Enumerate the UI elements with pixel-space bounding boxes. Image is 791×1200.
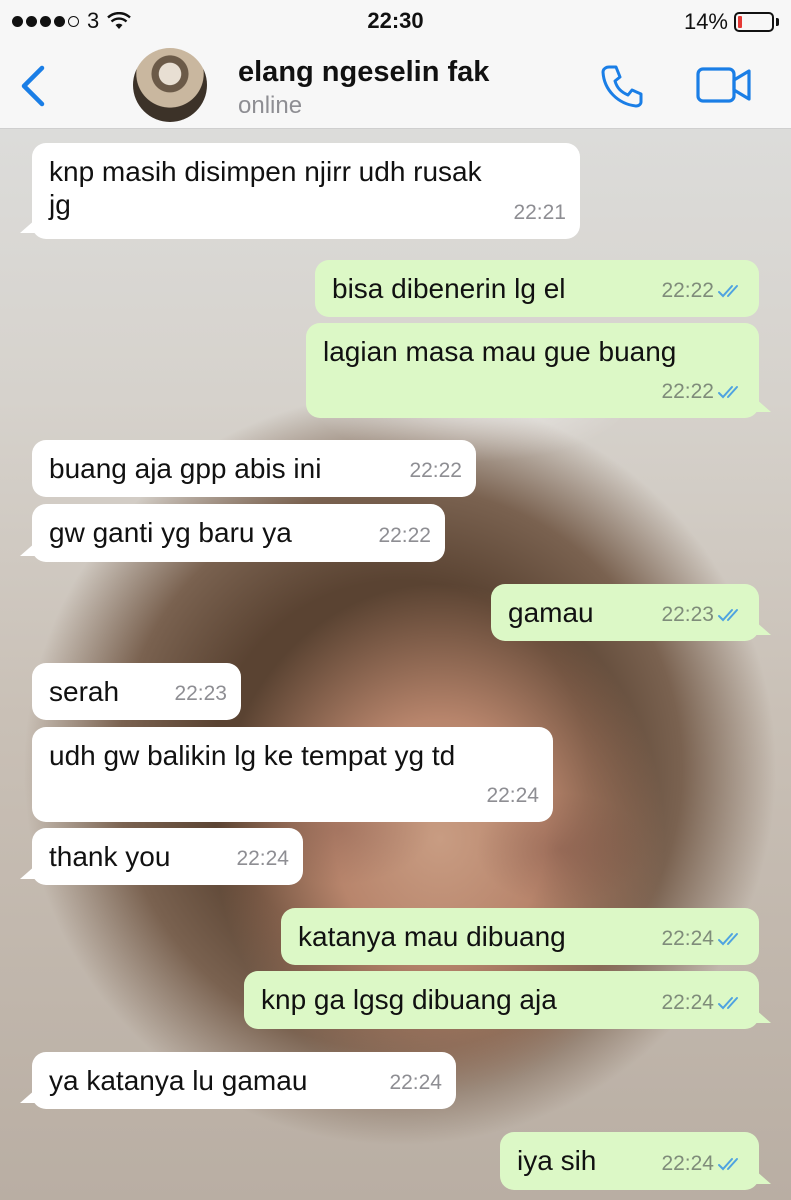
message-line: thank you — [49, 841, 171, 872]
read-receipt-icon — [718, 385, 738, 398]
read-receipt-icon — [718, 284, 738, 297]
outgoing-message[interactable]: katanya mau dibuang 22:24 — [281, 908, 759, 965]
message-time: 22:24 — [236, 847, 289, 870]
message-text: katanya mau dibuang — [298, 920, 566, 953]
message-meta: 22:24 — [486, 779, 539, 812]
message-time: 22:23 — [174, 682, 227, 705]
message-text: thank you — [49, 840, 170, 873]
message-meta: 22:24 — [661, 986, 745, 1019]
message-time: 22:22 — [661, 380, 714, 403]
contact-status: online — [238, 92, 303, 119]
message-meta: 22:22 — [661, 274, 745, 307]
message-line: udh gw balikin lg ke tempat yg td — [49, 740, 456, 771]
video-camera-icon — [696, 67, 751, 103]
message-meta: 22:23 — [174, 677, 227, 710]
message-time: 22:24 — [389, 1071, 442, 1094]
incoming-message[interactable]: thank you 22:24 — [20, 828, 303, 885]
message-line: iya sih — [517, 1145, 597, 1176]
message-time: 22:24 — [661, 991, 714, 1014]
message-line: ya katanya lu gamau — [49, 1065, 308, 1096]
message-meta: 22:24 — [661, 922, 745, 955]
outgoing-message[interactable]: iya sih 22:24 — [500, 1132, 771, 1190]
outgoing-message[interactable]: knp ga lgsg dibuang aja 22:24 — [244, 971, 771, 1029]
message-line: knp ga lgsg dibuang aja — [261, 984, 557, 1015]
incoming-message[interactable]: ya katanya lu gamau 22:24 — [20, 1052, 456, 1109]
incoming-message[interactable]: knp masih disimpen njirr udh rusak jg 22:2… — [20, 143, 580, 239]
message-line: lagian masa mau gue buang — [323, 336, 677, 367]
message-line: gamau — [508, 597, 594, 628]
message-line: knp masih disimpen njirr udh rusak — [49, 156, 482, 187]
message-text: gw ganti yg baru ya — [49, 516, 292, 549]
message-meta: 22:23 — [661, 598, 745, 631]
outgoing-message[interactable]: bisa dibenerin lg el 22:22 — [315, 260, 759, 317]
message-text: gamau — [508, 596, 594, 629]
incoming-message[interactable]: udh gw balikin lg ke tempat yg td 22:24 — [32, 727, 553, 822]
avatar[interactable] — [133, 48, 207, 122]
message-text: knp masih disimpen njirr udh rusak jg — [49, 155, 482, 221]
message-time: 22:22 — [409, 459, 462, 482]
battery-icon — [734, 12, 774, 32]
chat-header: elang ngeselin fak online — [0, 44, 791, 129]
incoming-message[interactable]: buang aja gpp abis ini 22:22 — [32, 440, 476, 497]
message-text: ya katanya lu gamau — [49, 1064, 307, 1097]
message-meta: 22:24 — [661, 1147, 745, 1180]
message-text: serah — [49, 675, 119, 708]
battery-tip — [776, 18, 779, 26]
chevron-left-icon — [21, 65, 45, 107]
message-text: buang aja gpp abis ini — [49, 452, 321, 485]
read-receipt-icon — [718, 608, 738, 621]
message-line: katanya mau dibuang — [298, 921, 566, 952]
message-text: udh gw balikin lg ke tempat yg td — [49, 739, 455, 772]
contact-name[interactable]: elang ngeselin fak — [238, 56, 489, 89]
battery-percent: 14% — [683, 9, 728, 34]
outgoing-message[interactable]: gamau 22:23 — [491, 584, 771, 641]
message-meta: 22:24 — [236, 842, 289, 875]
battery-level — [738, 16, 743, 28]
message-text: knp ga lgsg dibuang aja — [261, 983, 557, 1016]
message-text: iya sih — [517, 1144, 596, 1177]
message-meta: 22:22 — [378, 519, 431, 552]
message-text: lagian masa mau gue buang — [323, 335, 676, 368]
message-line: serah — [49, 676, 120, 707]
back-button[interactable] — [18, 64, 48, 113]
voice-call-button[interactable] — [598, 62, 646, 115]
read-receipt-icon — [718, 996, 738, 1009]
message-line: gw ganti yg baru ya — [49, 517, 292, 548]
battery-group: 14% — [684, 9, 779, 35]
message-meta: 22:24 — [389, 1066, 442, 1099]
incoming-message[interactable]: serah 22:23 — [32, 663, 241, 720]
message-line: buang aja gpp abis ini — [49, 453, 322, 484]
phone-icon — [601, 65, 643, 108]
clock: 22:30 — [367, 8, 424, 33]
message-text: bisa dibenerin lg el — [332, 272, 566, 305]
incoming-message[interactable]: gw ganti yg baru ya 22:22 — [20, 504, 445, 562]
message-time: 22:21 — [513, 201, 566, 224]
read-receipt-icon — [718, 932, 738, 945]
message-line: jg — [49, 189, 71, 220]
message-line: bisa dibenerin lg el — [332, 273, 566, 304]
message-time: 22:24 — [486, 784, 539, 807]
message-time: 22:22 — [378, 524, 431, 547]
message-meta: 22:21 — [513, 196, 566, 229]
video-call-button[interactable] — [696, 66, 752, 109]
read-receipt-icon — [718, 1157, 738, 1170]
message-time: 22:23 — [661, 603, 714, 626]
message-time: 22:24 — [661, 927, 714, 950]
outgoing-message[interactable]: lagian masa mau gue buang 22:22 — [306, 323, 771, 418]
message-meta: 22:22 — [409, 454, 462, 487]
message-time: 22:22 — [661, 279, 714, 302]
message-time: 22:24 — [661, 1152, 714, 1175]
status-bar: 3 22:30 14% — [0, 0, 791, 44]
message-meta: 22:22 — [661, 375, 745, 408]
